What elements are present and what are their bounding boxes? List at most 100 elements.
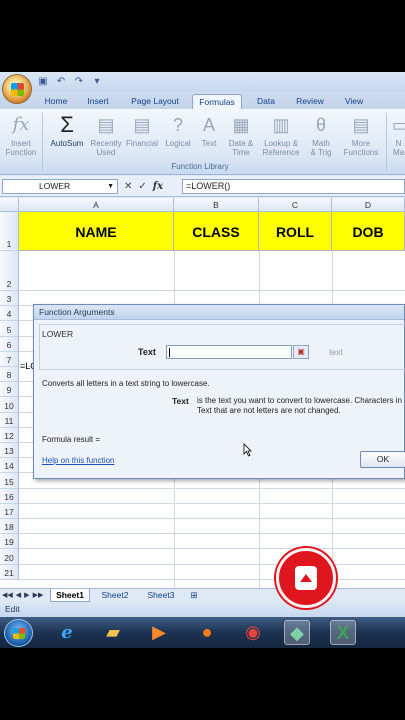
chevron-down-icon[interactable]: ▼ bbox=[107, 180, 114, 193]
text-button[interactable]: A Text bbox=[192, 113, 226, 165]
ribbon-tabs: Home Insert Page Layout Formulas Data Re… bbox=[0, 92, 405, 109]
table-row bbox=[19, 565, 405, 580]
logical-button[interactable]: ? Logical bbox=[161, 113, 195, 165]
firefox-icon[interactable]: ● bbox=[194, 620, 220, 645]
arg-description: is the text you want to convert to lower… bbox=[197, 396, 402, 415]
sheet-tab-2[interactable]: Sheet2 bbox=[94, 589, 136, 602]
insert-sheet-icon[interactable]: ⊞ bbox=[186, 589, 202, 602]
next-sheet-icon[interactable]: ▶ bbox=[24, 590, 29, 602]
windows-logo-icon bbox=[13, 628, 25, 639]
autosum-button[interactable]: Σ AutoSum bbox=[50, 113, 84, 165]
tab-formulas[interactable]: Formulas bbox=[192, 94, 242, 109]
cell-a1[interactable]: NAME bbox=[19, 212, 174, 251]
row-header[interactable]: 9 bbox=[0, 382, 19, 398]
calendar-book-icon: ▦ bbox=[232, 115, 250, 135]
cancel-icon[interactable]: ✕ bbox=[124, 179, 132, 194]
ribbon: fx Insert Function Σ AutoSum ▤ Recently … bbox=[0, 109, 405, 175]
row-header[interactable]: 14 bbox=[0, 458, 19, 474]
cell-c1[interactable]: ROLL bbox=[259, 212, 332, 251]
record-button[interactable] bbox=[276, 548, 336, 608]
row-header[interactable]: 2 bbox=[0, 251, 19, 291]
row-header[interactable]: 5 bbox=[0, 321, 19, 337]
sheet-tab-3[interactable]: Sheet3 bbox=[140, 589, 182, 602]
tab-data[interactable]: Data bbox=[250, 94, 282, 109]
row-header[interactable]: 18 bbox=[0, 519, 19, 535]
text-arg-input[interactable] bbox=[166, 345, 292, 359]
status-bar: Edit bbox=[0, 602, 405, 617]
math-label-2: & Trig bbox=[310, 148, 332, 157]
text-arg-label: Text bbox=[138, 347, 156, 357]
ok-button[interactable]: OK bbox=[360, 451, 405, 468]
last-sheet-icon[interactable]: ▶▶ bbox=[33, 590, 44, 602]
select-all-corner[interactable] bbox=[0, 198, 19, 212]
customize-qat-icon[interactable]: ▾ bbox=[90, 75, 104, 88]
windows-taskbar: e ▰ ▶ ● ◉ ◆ X bbox=[0, 617, 405, 648]
more-functions-button[interactable]: ▤ More Functions bbox=[340, 113, 382, 165]
name-manager-button[interactable]: ▭ N Ma bbox=[392, 113, 405, 165]
enter-icon[interactable]: ✓ bbox=[138, 179, 146, 194]
row-header[interactable]: 7 bbox=[0, 351, 19, 367]
collapse-dialog-icon[interactable]: ▣ bbox=[293, 345, 309, 359]
cell-d1[interactable]: DOB bbox=[332, 212, 405, 251]
media-icon[interactable]: ▶ bbox=[146, 620, 172, 645]
row-header[interactable]: 17 bbox=[0, 503, 19, 519]
redo-icon[interactable]: ↷ bbox=[72, 75, 86, 88]
insert-function-button[interactable]: fx Insert Function bbox=[4, 113, 38, 165]
prev-sheet-icon[interactable]: ◀ bbox=[16, 590, 21, 602]
row-header[interactable]: 20 bbox=[0, 549, 19, 565]
row-header[interactable]: 11 bbox=[0, 412, 19, 428]
sigma-icon: Σ bbox=[60, 112, 74, 137]
financial-button[interactable]: ▤ Financial bbox=[125, 113, 159, 165]
office-button[interactable] bbox=[2, 74, 32, 104]
row-header[interactable]: 8 bbox=[0, 367, 19, 383]
excel-icon[interactable]: X bbox=[330, 620, 356, 645]
formula-input[interactable]: =LOWER() bbox=[182, 179, 405, 194]
math-trig-button[interactable]: θ Math & Trig bbox=[304, 113, 338, 165]
text-book-icon: A bbox=[202, 115, 215, 135]
row-header[interactable]: 16 bbox=[0, 488, 19, 504]
column-header-a[interactable]: A bbox=[19, 198, 174, 212]
app-icon[interactable]: ◆ bbox=[284, 620, 310, 645]
row-header[interactable]: 19 bbox=[0, 534, 19, 550]
undo-icon[interactable]: ↶ bbox=[54, 75, 68, 88]
row-header[interactable]: 1 bbox=[0, 212, 19, 251]
row-header[interactable]: 15 bbox=[0, 473, 19, 489]
date-time-button[interactable]: ▦ Date & Time bbox=[224, 113, 258, 165]
first-sheet-icon[interactable]: ◀◀ bbox=[2, 590, 13, 602]
dialog-title[interactable]: Function Arguments bbox=[34, 305, 404, 320]
column-header-c[interactable]: C bbox=[259, 198, 332, 212]
sheet-tab-1[interactable]: Sheet1 bbox=[50, 589, 90, 602]
column-header-d[interactable]: D bbox=[332, 198, 405, 212]
cell-b1[interactable]: CLASS bbox=[174, 212, 259, 251]
tab-view[interactable]: View bbox=[338, 94, 370, 109]
row-header[interactable]: 13 bbox=[0, 443, 19, 459]
row-header[interactable]: 6 bbox=[0, 336, 19, 352]
tab-review[interactable]: Review bbox=[290, 94, 330, 109]
row-header[interactable]: 21 bbox=[0, 564, 19, 580]
logical-label: Logical bbox=[165, 139, 191, 148]
name-box[interactable]: LOWER ▼ bbox=[2, 179, 118, 194]
table-row bbox=[19, 489, 405, 504]
row-header[interactable]: 12 bbox=[0, 427, 19, 443]
tab-page-layout[interactable]: Page Layout bbox=[124, 94, 186, 109]
start-button[interactable] bbox=[4, 619, 33, 647]
recently-used-button[interactable]: ▤ Recently Used bbox=[89, 113, 123, 165]
tab-home[interactable]: Home bbox=[38, 94, 74, 109]
tab-insert[interactable]: Insert bbox=[80, 94, 116, 109]
lookup-reference-button[interactable]: ▥ Lookup & Reference bbox=[260, 113, 302, 165]
more-functions-label-2: Functions bbox=[343, 148, 379, 157]
row-header[interactable]: 10 bbox=[0, 397, 19, 413]
insert-function-icon[interactable]: fx bbox=[153, 179, 163, 194]
chrome-icon[interactable]: ◉ bbox=[240, 620, 266, 645]
row-header[interactable]: 4 bbox=[0, 306, 19, 322]
folder-icon[interactable]: ▰ bbox=[100, 620, 126, 645]
name-box-value: LOWER bbox=[39, 181, 71, 191]
text-label: Text bbox=[201, 139, 217, 148]
ie-icon[interactable]: e bbox=[54, 620, 80, 645]
row-header[interactable]: 3 bbox=[0, 291, 19, 307]
function-name: LOWER bbox=[42, 329, 74, 339]
help-link[interactable]: Help on this function bbox=[42, 456, 115, 465]
save-icon[interactable]: ▣ bbox=[36, 75, 50, 88]
insert-function-label-2: Function bbox=[5, 148, 37, 157]
column-header-b[interactable]: B bbox=[174, 198, 259, 212]
